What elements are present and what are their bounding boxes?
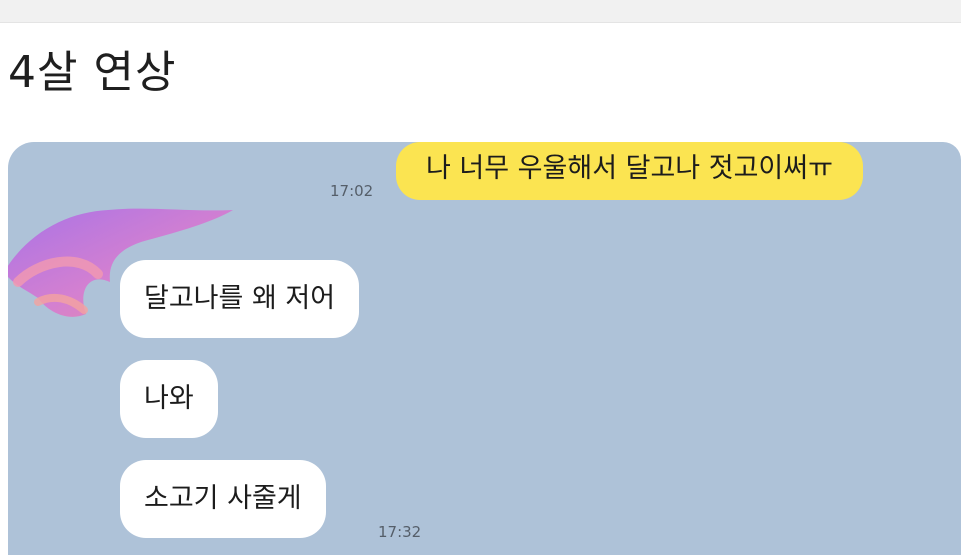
post-caption: 4살 연상	[8, 47, 177, 98]
sent-message-bubble[interactable]: 나 너무 우울해서 달고나 젓고이써ㅠ	[396, 142, 863, 200]
received-message-bubble[interactable]: 달고나를 왜 저어	[120, 260, 360, 338]
top-strip	[0, 0, 961, 23]
chat-conversation[interactable]: 17:02 나 너무 우울해서 달고나 젓고이써ㅠ 달고나를 왜 저어 나와 소…	[8, 142, 961, 555]
screenshot-page: 4살 연상 17:02 나 너무 우울해서 달고나 젓고이써ㅠ 달고나를 왜 저…	[0, 0, 961, 555]
received-message-bubble[interactable]: 소고기 사줄게	[120, 460, 326, 538]
message-time: 17:02	[330, 182, 374, 200]
received-message-bubble[interactable]: 나와	[120, 360, 218, 438]
message-time: 17:32	[378, 523, 422, 541]
